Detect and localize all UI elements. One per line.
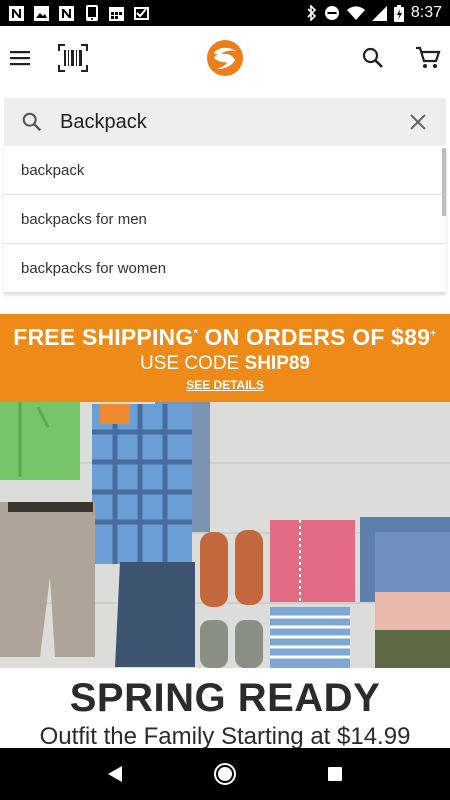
suggestions-scrollbar[interactable] — [442, 148, 446, 216]
n-notification-icon — [58, 5, 75, 22]
image-notification-icon — [33, 5, 50, 22]
notification-icons — [8, 5, 150, 22]
search-bar — [4, 98, 446, 146]
promo-code: SHIP89 — [244, 353, 310, 374]
promo-code-line: USE CODE SHIP89 — [0, 353, 450, 375]
check-notification-icon — [133, 5, 150, 22]
calendar-notification-icon — [108, 5, 125, 22]
promo-headline-middle: ON ORDERS OF $89 — [197, 324, 431, 350]
signal-icon — [371, 5, 387, 21]
battery-icon — [393, 4, 404, 22]
status-bar: 8:37 — [0, 0, 450, 26]
suggestion-item[interactable]: backpacks for women — [4, 244, 446, 293]
wifi-icon — [346, 6, 365, 20]
back-icon[interactable] — [95, 754, 135, 794]
logo[interactable] — [205, 38, 245, 78]
bluetooth-icon — [307, 5, 317, 21]
navigation-bar — [0, 748, 450, 800]
suggestion-item[interactable]: backpack — [4, 146, 446, 195]
app-bar — [0, 26, 450, 90]
search-icon[interactable] — [355, 40, 391, 76]
menu-icon[interactable] — [2, 40, 38, 76]
clock: 8:37 — [410, 4, 442, 21]
clear-search-icon[interactable] — [390, 98, 446, 146]
cart-icon[interactable] — [410, 40, 446, 76]
search-suggestions: backpack backpacks for men backpacks for… — [4, 146, 446, 293]
recents-icon[interactable] — [315, 754, 355, 794]
clothing-collage-image[interactable] — [0, 402, 450, 668]
spring-subtitle: Outfit the Family Starting at $14.99 — [39, 723, 411, 749]
spring-title: SPRING READY — [69, 676, 381, 720]
barcode-icon[interactable] — [55, 40, 91, 76]
suggestion-item[interactable]: backpacks for men — [4, 195, 446, 244]
spring-ready-section[interactable]: SPRING READY Outfit the Family Starting … — [0, 668, 450, 748]
system-icons: 8:37 — [307, 4, 442, 22]
search-icon — [4, 98, 60, 146]
home-icon[interactable] — [205, 754, 245, 794]
n-notification-icon — [8, 5, 25, 22]
promo-headline: FREE SHIPPING* ON ORDERS OF $89+ — [0, 324, 450, 351]
see-details-link[interactable]: SEE DETAILS — [0, 378, 450, 392]
promo-code-prefix: USE CODE — [139, 353, 245, 374]
dnd-icon — [324, 5, 340, 21]
phone-notification-icon — [83, 5, 100, 22]
promo-headline-prefix: FREE SHIPPING — [13, 324, 194, 350]
search-input[interactable] — [60, 98, 390, 146]
promo-plus: + — [430, 327, 437, 340]
promo-banner[interactable]: FREE SHIPPING* ON ORDERS OF $89+ USE COD… — [0, 314, 450, 402]
